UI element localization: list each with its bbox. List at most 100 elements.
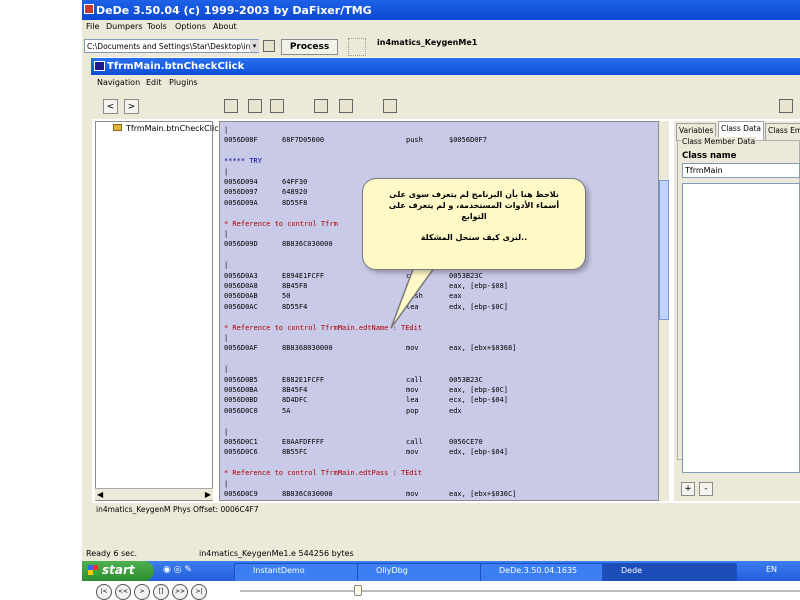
- asm-addr: 0056D0BA: [224, 386, 258, 394]
- taskbar-item-dede[interactable]: Dede: [602, 563, 737, 583]
- asm-op: eax, [ebp-$0C]: [449, 386, 509, 394]
- nav-forward-button[interactable]: >: [124, 99, 139, 114]
- balloon-line-2: أسماء الأدوات المستخدمة، و لم يتعرف على: [388, 201, 560, 210]
- code-separator: |: [224, 126, 229, 134]
- tree-horizontal-scrollbar[interactable]: ◀ ▶: [95, 488, 213, 500]
- balloon-line-4: لنرى كيف سنحل المشكلة..: [420, 233, 528, 242]
- asm-hex: 8B8368030000: [282, 344, 333, 353]
- asm-hex: 8B55FC: [282, 448, 308, 457]
- menu-options[interactable]: Options: [175, 22, 206, 31]
- asm-op: $0056D0F7: [449, 136, 487, 145]
- goto-icon[interactable]: [224, 99, 238, 113]
- annotation-balloon: نلاحظ هنا بأن البرنامج لم يتعرف سوى على …: [362, 178, 586, 270]
- code-scroll-thumb[interactable]: [659, 180, 669, 320]
- main-window-left-edge: [82, 57, 92, 545]
- main-window-titlebar: DeDe 3.50.04 (c) 1999-2003 by DaFixer/TM…: [82, 0, 800, 20]
- window-icon: [94, 61, 105, 71]
- asm-hex: 8D55F4: [282, 302, 308, 311]
- asm-hex: 50: [282, 292, 291, 301]
- asm-mn: pop: [406, 406, 419, 415]
- stop-button[interactable]: []: [153, 584, 169, 600]
- menu-dumpers[interactable]: Dumpers: [106, 22, 142, 31]
- quicklaunch-icon[interactable]: ◉ ◎ ✎: [163, 565, 192, 575]
- status-ready: Ready 6 sec.: [86, 549, 138, 558]
- taskbar-item-instantdemo[interactable]: InstantDemo: [234, 563, 368, 583]
- taskbar-item-dede-folder[interactable]: DeDe.3.50.04.1635: [480, 563, 614, 583]
- tree-item-btncheckclick[interactable]: TfrmMain.btnCheckClick: [126, 124, 223, 133]
- windows-logo-icon: [88, 565, 98, 575]
- app-icon: [84, 4, 94, 14]
- seek-track[interactable]: [240, 590, 800, 592]
- copy-icon[interactable]: [779, 99, 793, 113]
- reference-comment: * Reference to control Tfrm: [224, 219, 338, 228]
- menu-about[interactable]: About: [213, 22, 237, 31]
- asm-hex: 64FF30: [282, 178, 308, 186]
- code-separator: |: [224, 230, 229, 238]
- asm-mn: call: [406, 375, 423, 384]
- class-member-legend: Class Member Data: [681, 137, 757, 146]
- asm-op: 0053B23C: [449, 271, 483, 280]
- start-label: start: [102, 563, 135, 577]
- reference-comment: * Reference to control TfrmMain.edtPass …: [224, 469, 423, 478]
- code-window-menubar: Navigation Edit Plugins: [91, 75, 800, 91]
- asm-addr: 0056D097: [224, 188, 258, 197]
- asm-op: edx: [449, 406, 462, 415]
- remove-button[interactable]: -: [699, 482, 713, 496]
- open-folder-icon[interactable]: [263, 40, 275, 52]
- asm-addr: 0056D09A: [224, 198, 258, 207]
- asm-op: edx, [ebp-$0C]: [449, 302, 509, 311]
- play-button[interactable]: >: [134, 584, 150, 600]
- asm-addr: 0056D0A8: [224, 282, 258, 290]
- tools-icon[interactable]: [339, 99, 353, 113]
- callout-pointer: [390, 263, 439, 329]
- asm-mn: call: [406, 438, 423, 446]
- asm-addr: 0056D0C9: [224, 490, 258, 498]
- menu-navigation[interactable]: Navigation: [97, 78, 140, 87]
- file-path-combo[interactable]: C:\Documents and Settings\Star\Desktop\i…: [84, 39, 259, 53]
- procedure-tree[interactable]: [95, 121, 213, 501]
- asm-addr: 0056D0AB: [224, 292, 258, 301]
- code-window-bottom: [91, 517, 800, 545]
- menu-file[interactable]: File: [86, 22, 99, 31]
- process-button[interactable]: Process: [281, 39, 338, 55]
- forward-button[interactable]: >>: [172, 584, 188, 600]
- asm-mn: mov: [406, 490, 419, 498]
- asm-hex: 8B836C030000: [282, 240, 333, 249]
- asm-hex: 8D55F8: [282, 198, 308, 207]
- comment-icon[interactable]: [270, 99, 284, 113]
- start-button[interactable]: start: [82, 561, 154, 581]
- menu-edit[interactable]: Edit: [146, 78, 162, 87]
- skip-end-button[interactable]: >|: [191, 584, 207, 600]
- code-separator: |: [224, 334, 229, 342]
- bookmark-icon[interactable]: [248, 99, 262, 113]
- taskbar-item-ollydbg[interactable]: OllyDbg: [357, 563, 492, 583]
- asm-mn: mov: [406, 386, 419, 394]
- asm-op: 0053B23C: [449, 375, 483, 384]
- balloon-line-3: التوابع: [461, 212, 487, 221]
- asm-op: eax, [ebp-$08]: [449, 282, 509, 290]
- scroll-left-icon[interactable]: ◀: [97, 490, 103, 499]
- class-name-field[interactable]: TfrmMain: [682, 163, 800, 178]
- asm-addr: 0056D0AF: [224, 344, 258, 353]
- status-offset: Phys Offset: 0006C4F7: [173, 505, 259, 514]
- menu-plugins[interactable]: Plugins: [169, 78, 198, 87]
- rewind-button[interactable]: <<: [115, 584, 131, 600]
- skip-start-button[interactable]: |<: [96, 584, 112, 600]
- asm-addr: 0056D0C0: [224, 406, 258, 415]
- tab-class-em[interactable]: Class Em: [765, 123, 800, 141]
- nav-back-button[interactable]: <: [103, 99, 118, 114]
- menu-tools[interactable]: Tools: [147, 22, 167, 31]
- language-indicator[interactable]: EN: [766, 565, 777, 574]
- scroll-right-icon[interactable]: ▶: [205, 490, 211, 499]
- asm-hex: 68F7D05600: [282, 136, 325, 145]
- find-icon[interactable]: [314, 99, 328, 113]
- seek-knob[interactable]: [353, 585, 362, 596]
- class-member-list[interactable]: [682, 183, 800, 473]
- asm-hex: 648920: [282, 188, 308, 197]
- try-marker: ***** TRY: [224, 157, 262, 166]
- asm-addr: 0056D0C1: [224, 438, 258, 446]
- export-icon[interactable]: [383, 99, 397, 113]
- chevron-down-icon[interactable]: ▾: [250, 40, 259, 52]
- asm-mn: mov: [406, 344, 419, 353]
- add-button[interactable]: +: [681, 482, 695, 496]
